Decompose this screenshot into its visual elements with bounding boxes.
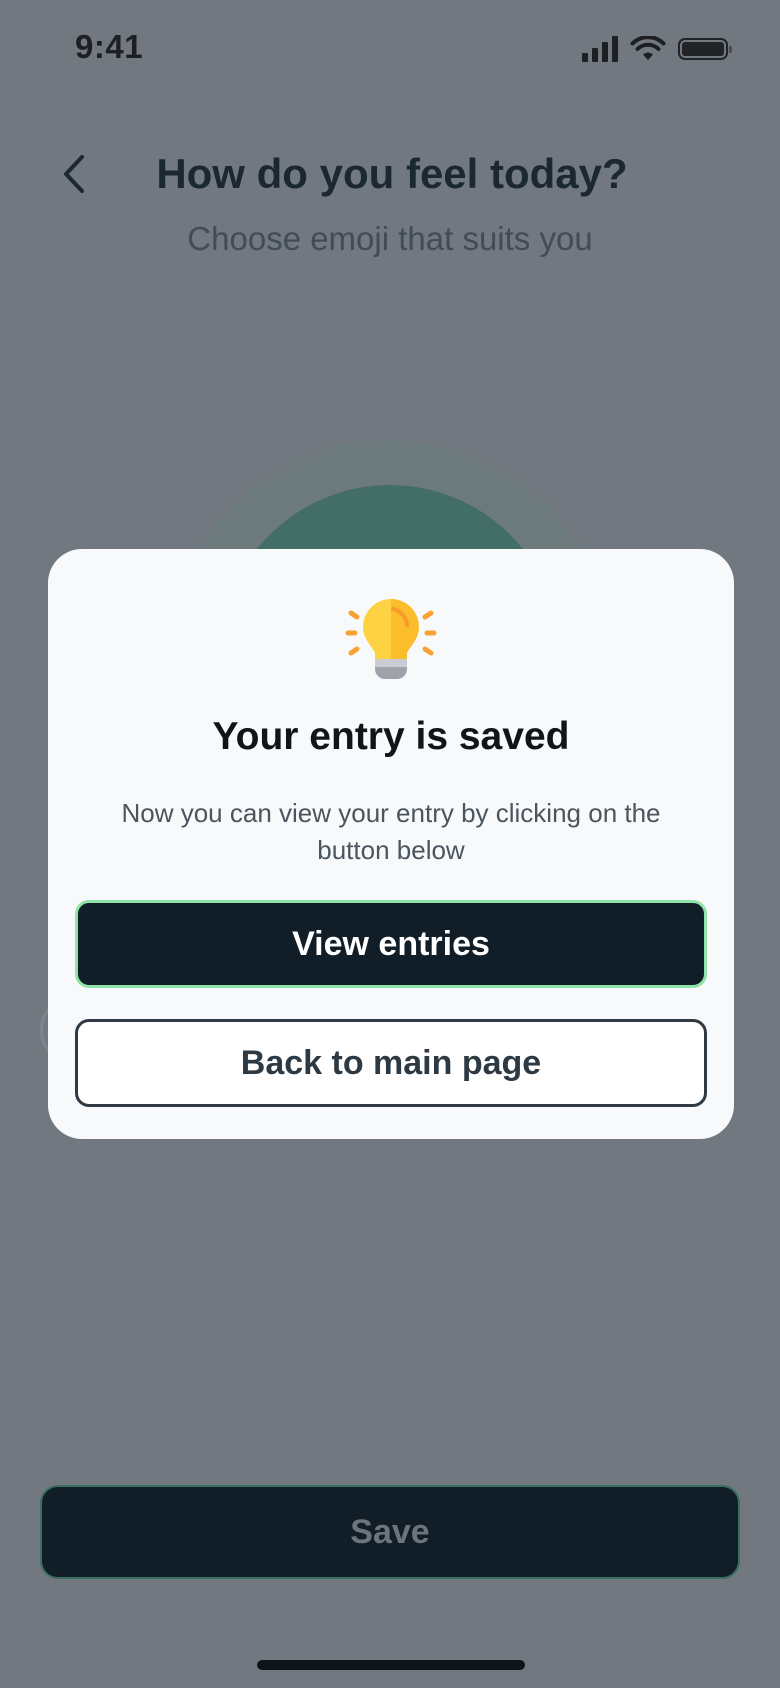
battery-icon: [678, 38, 732, 60]
wifi-icon: [630, 36, 666, 60]
entry-saved-modal: Your entry is saved Now you can view you…: [48, 549, 734, 1139]
back-to-main-button[interactable]: Back to main page: [75, 1019, 707, 1107]
view-entries-button[interactable]: View entries: [75, 900, 707, 988]
home-indicator: [257, 1660, 525, 1670]
mood-entry-screen: 9:41 How do you feel today? Choose emoji…: [0, 0, 780, 1688]
signal-icon: [582, 36, 618, 62]
page-title: How do you feel today?: [156, 150, 628, 197]
status-time: 9:41: [75, 28, 144, 65]
status-icons: [582, 36, 732, 62]
lightbulb-icon: [345, 599, 437, 679]
modal-title: Your entry is saved: [212, 715, 570, 758]
save-button[interactable]: Save: [40, 1485, 740, 1579]
modal-description: Now you can view your entry by clicking …: [121, 798, 661, 865]
page-subtitle: Choose emoji that suits you: [187, 220, 593, 257]
